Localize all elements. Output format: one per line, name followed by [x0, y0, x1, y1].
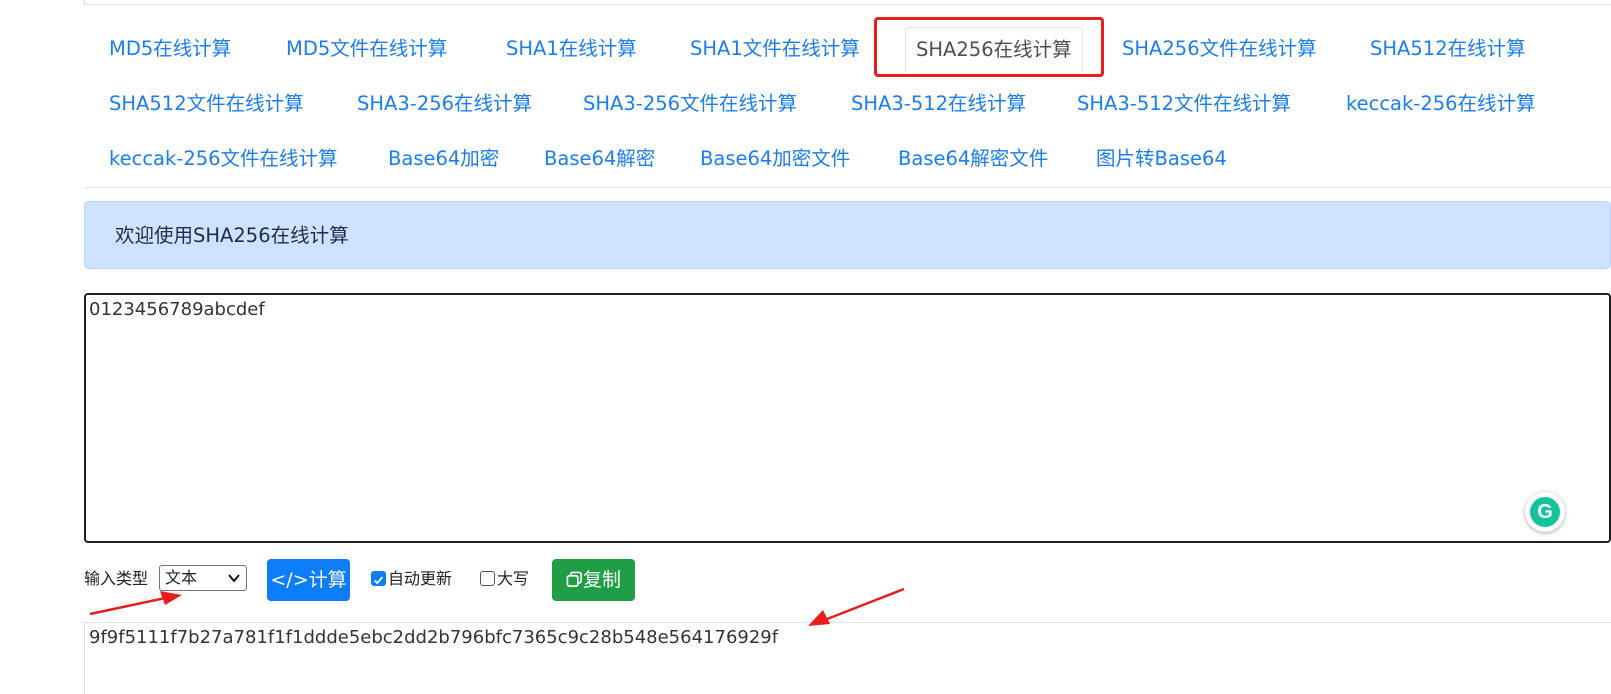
nav-image-to-base64[interactable]: 图片转Base64: [1096, 137, 1227, 181]
chevron-down-icon: [228, 574, 240, 583]
annotation-arrow-result: [808, 587, 905, 626]
nav-sha1-file[interactable]: SHA1文件在线计算: [690, 27, 860, 71]
nav-md5-file[interactable]: MD5文件在线计算: [286, 27, 447, 71]
uppercase-checkbox[interactable]: [480, 571, 495, 586]
checkmark-icon: [373, 576, 384, 585]
uppercase-label: 大写: [497, 569, 530, 588]
nav-md5[interactable]: MD5在线计算: [109, 27, 231, 71]
input-type-label: 输入类型: [84, 569, 149, 588]
copy-button[interactable]: 复制: [552, 559, 635, 601]
nav-sha3-512[interactable]: SHA3-512在线计算: [851, 82, 1026, 126]
hash-result[interactable]: 9f9f5111f7b27a781f1f1ddde5ebc2dd2b796bfc…: [84, 622, 1611, 694]
welcome-alert: 欢迎使用SHA256在线计算: [84, 201, 1611, 269]
welcome-alert-text: 欢迎使用SHA256在线计算: [115, 224, 349, 247]
calculate-button[interactable]: </>计算: [267, 559, 350, 601]
tool-nav: MD5在线计算 MD5文件在线计算 SHA1在线计算 SHA1文件在线计算 SH…: [84, 14, 1611, 188]
annotation-arrow-input-type: [89, 591, 182, 616]
grammarly-icon: G: [1530, 497, 1560, 527]
nav-sha512-file[interactable]: SHA512文件在线计算: [109, 82, 304, 126]
nav-sha3-256[interactable]: SHA3-256在线计算: [357, 82, 532, 126]
nav-base64-encode-file[interactable]: Base64加密文件: [700, 137, 850, 181]
nav-sha256-active[interactable]: SHA256在线计算: [905, 27, 1083, 73]
nav-sha3-512-file[interactable]: SHA3-512文件在线计算: [1077, 82, 1291, 126]
auto-update-checkbox[interactable]: [371, 571, 386, 586]
nav-keccak-256[interactable]: keccak-256在线计算: [1346, 82, 1536, 126]
copy-icon: [566, 571, 582, 587]
nav-sha3-256-file[interactable]: SHA3-256文件在线计算: [583, 82, 797, 126]
input-type-select[interactable]: 文本: [159, 565, 247, 591]
top-border: [84, 0, 1611, 5]
hash-result-value: 9f9f5111f7b27a781f1f1ddde5ebc2dd2b796bfc…: [89, 627, 779, 648]
nav-base64-decode[interactable]: Base64解密: [544, 137, 655, 181]
hash-input-textarea[interactable]: [84, 293, 1611, 543]
nav-sha512[interactable]: SHA512在线计算: [1370, 27, 1526, 71]
auto-update-label: 自动更新: [388, 569, 453, 588]
nav-sha256-file[interactable]: SHA256文件在线计算: [1122, 27, 1317, 71]
nav-keccak-256-file[interactable]: keccak-256文件在线计算: [109, 137, 338, 181]
grammarly-badge[interactable]: G: [1525, 492, 1565, 532]
input-type-value: 文本: [165, 568, 198, 587]
copy-button-label: 复制: [582, 569, 621, 591]
nav-base64-decode-file[interactable]: Base64解密文件: [898, 137, 1048, 181]
nav-sha1[interactable]: SHA1在线计算: [506, 27, 637, 71]
nav-base64-encode[interactable]: Base64加密: [388, 137, 499, 181]
